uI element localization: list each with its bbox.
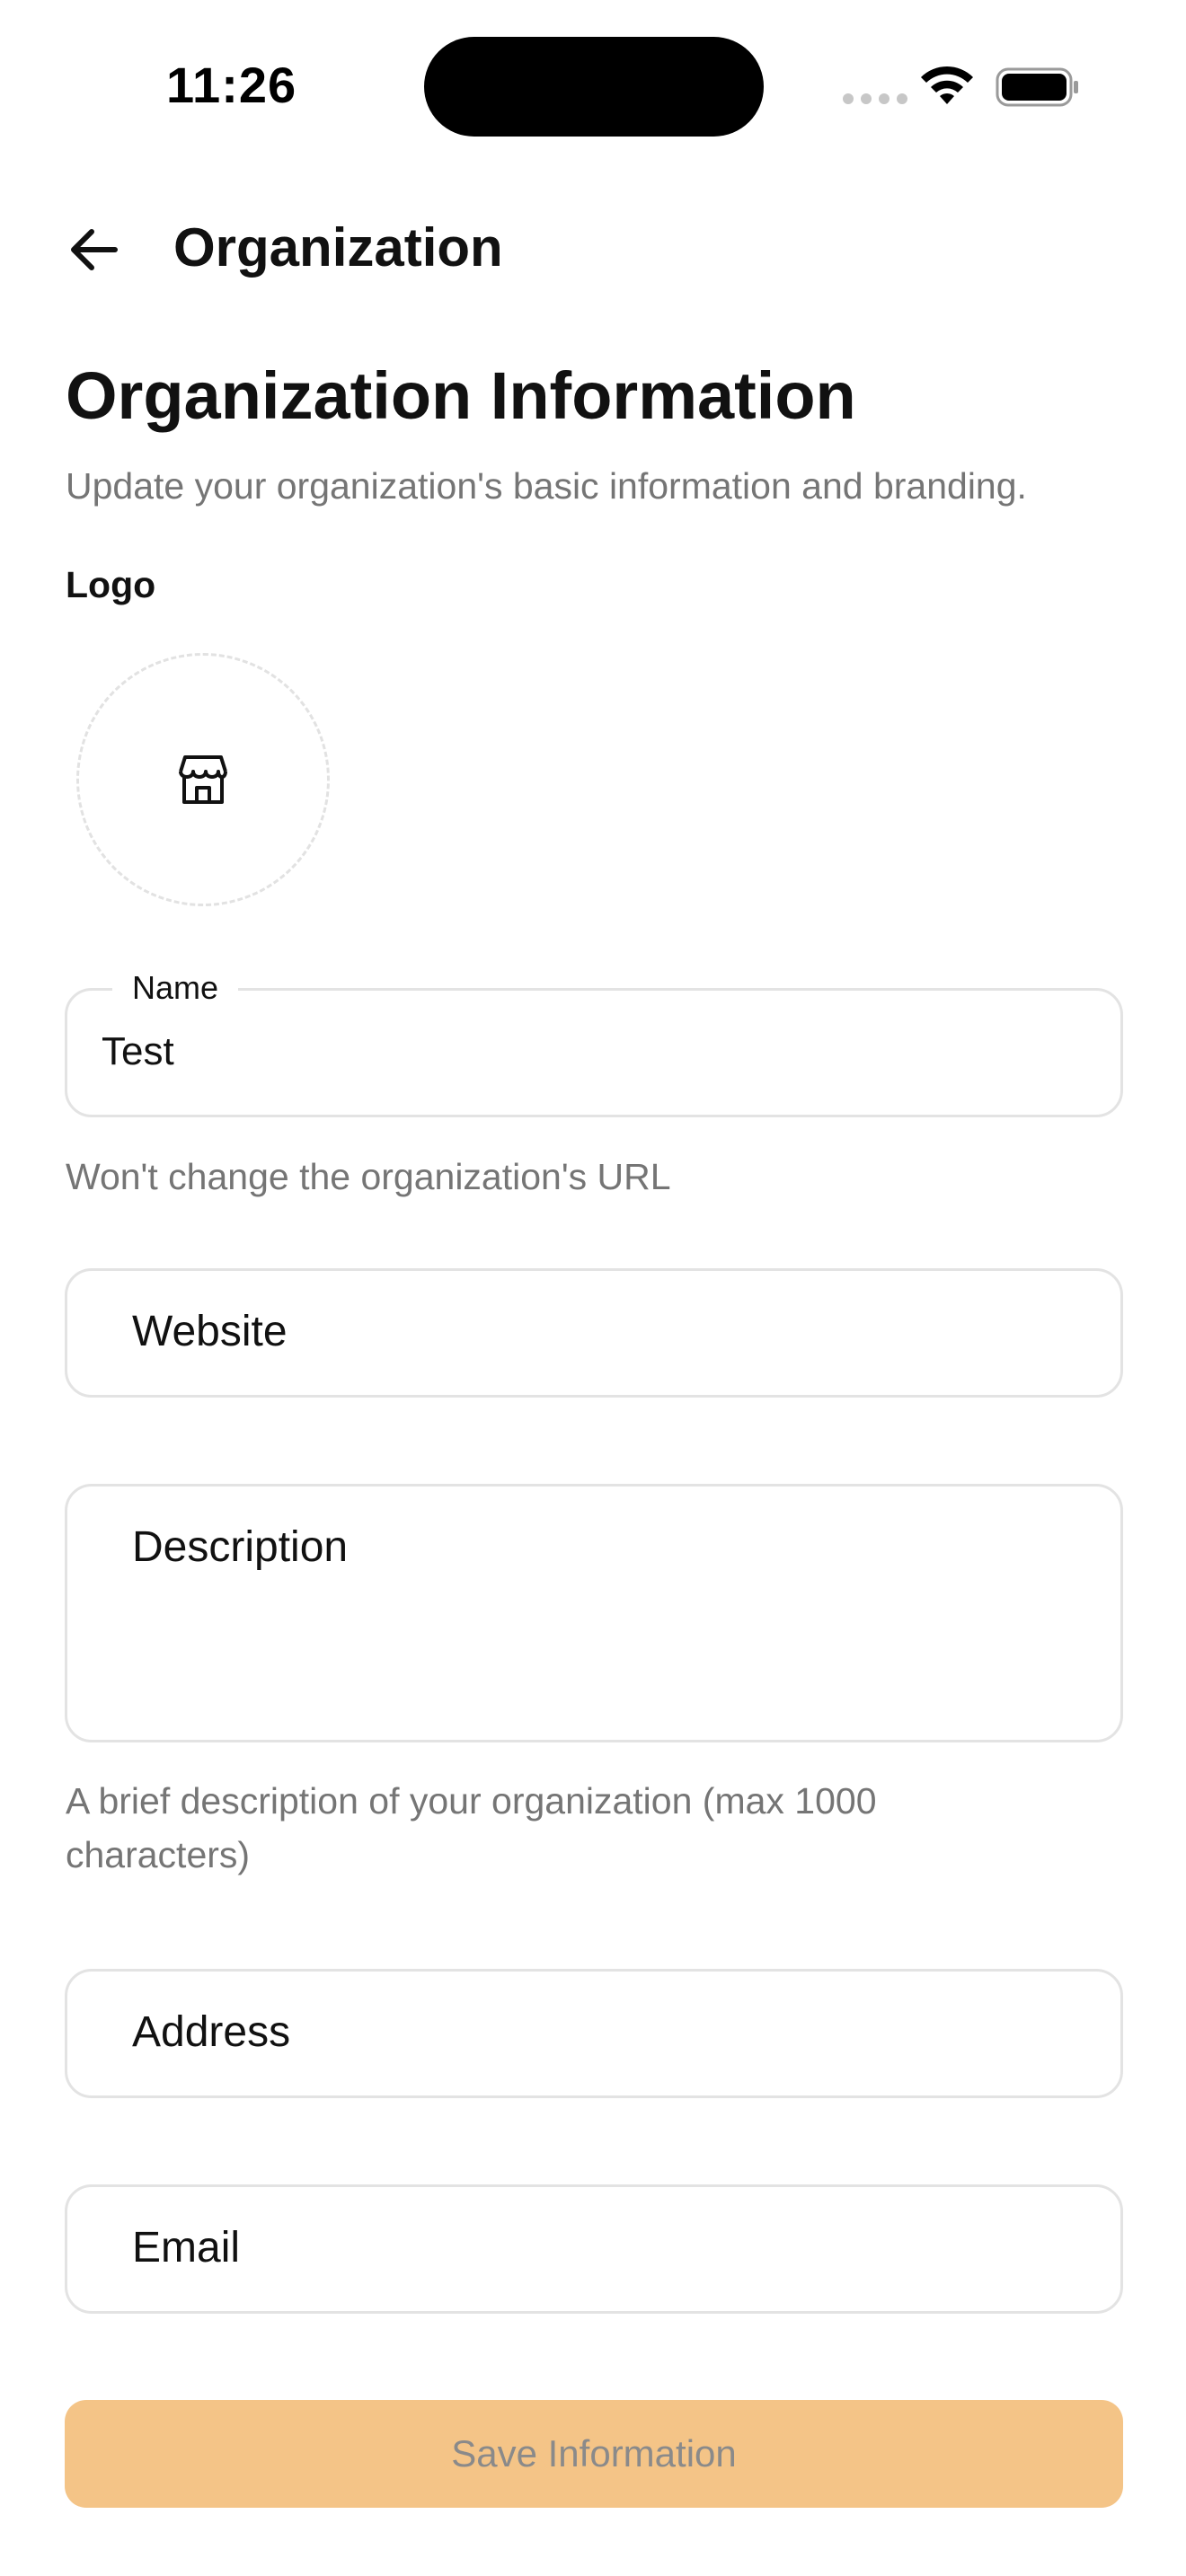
- logo-label: Logo: [66, 564, 156, 605]
- logo-upload-button[interactable]: [76, 653, 330, 906]
- app-header: Organization: [0, 198, 1186, 305]
- store-icon: [179, 755, 227, 804]
- page-title: Organization Information: [66, 358, 856, 433]
- status-bar: 11:26: [0, 0, 1186, 171]
- name-helper-text: Won't change the organization's URL: [66, 1156, 671, 1197]
- description-helper-text: A brief description of your organization…: [66, 1780, 877, 1875]
- description-field-placeholder: Description: [132, 1523, 349, 1571]
- arrow-left-icon: [71, 229, 118, 270]
- cellular-signal-icon: [843, 93, 907, 104]
- address-field-placeholder: Address: [132, 2008, 291, 2056]
- back-button[interactable]: [56, 217, 131, 282]
- name-field[interactable]: Name Test: [65, 967, 1123, 1117]
- website-field-placeholder: Website: [132, 1308, 288, 1355]
- address-field[interactable]: Address: [65, 1969, 1123, 2098]
- wifi-icon: [921, 66, 973, 104]
- name-field-label: Name: [112, 967, 239, 1009]
- status-time: 11:26: [166, 57, 297, 113]
- battery-icon: [996, 67, 1078, 107]
- website-field[interactable]: Website: [65, 1268, 1123, 1398]
- header-title: Organization: [173, 217, 503, 278]
- email-field[interactable]: Email: [65, 2184, 1123, 2314]
- name-field-value: Test: [102, 1029, 174, 1073]
- description-field[interactable]: Description: [65, 1484, 1123, 1742]
- save-information-button[interactable]: Save Information: [65, 2400, 1123, 2508]
- page-subtitle: Update your organization's basic informa…: [66, 465, 1027, 507]
- email-field-placeholder: Email: [132, 2224, 241, 2272]
- dynamic-island: [424, 37, 764, 137]
